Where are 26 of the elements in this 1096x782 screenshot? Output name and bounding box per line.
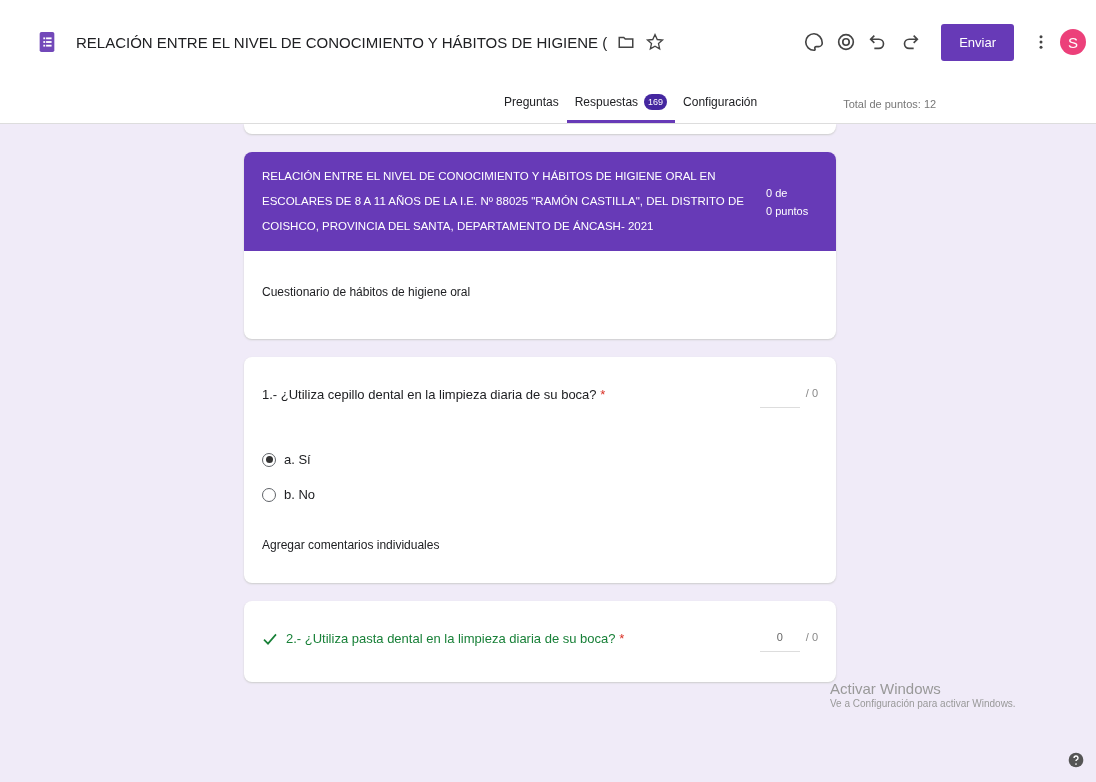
total-points: Total de puntos: 12 xyxy=(843,97,937,110)
option-label: a. Sí xyxy=(284,452,311,467)
tab[interactable]: Preguntas xyxy=(496,84,567,123)
add-comment-link[interactable]: Agregar comentarios individuales xyxy=(262,538,440,552)
activation-hint: Ve a Configuración para activar Windows. xyxy=(830,698,1017,709)
help-icon[interactable] xyxy=(1068,752,1084,768)
max-points: / 0 xyxy=(805,387,818,399)
max-points: / 0 xyxy=(805,631,818,643)
tab[interactable]: Configuración xyxy=(675,84,766,123)
question-text: 2.- ¿Utiliza pasta dental en la limpieza diaria de su boca? * xyxy=(286,631,626,646)
send-button[interactable]: Enviar xyxy=(941,23,1014,61)
form-heading: RELACIÓN ENTRE EL NIVEL DE CONOCIMIENTO Y HÁBITOS DE HIGIENE ORAL EN ESCOLARES DE 8 A 11 AÑOS DE LA I.E. Nº 88025 "RAMÓN CASTILLA", DEL DISTRITO DE COISHCO, PROVINCIA DEL SANTA, DEPARTAMENTO DE ÁNCASH- 2021 xyxy=(262,169,745,234)
avatar[interactable]: S xyxy=(1060,29,1086,55)
score-label: 0 puntos xyxy=(766,203,810,219)
star-icon[interactable] xyxy=(645,32,666,52)
score-label: 0 de xyxy=(766,185,789,201)
palette-icon[interactable] xyxy=(803,31,826,53)
form-description: Cuestionario de hábitos de higiene oral xyxy=(261,284,472,301)
radio-option[interactable]: a. Sí xyxy=(262,452,818,467)
activation-notice: Activar Windows xyxy=(830,680,941,697)
form-title: RELACIÓN ENTRE EL NIVEL DE CONOCIMIENTO Y HÁBITOS DE HIGIENE ( xyxy=(76,33,608,51)
option-label: b. No xyxy=(284,487,316,502)
count-badge: 169 xyxy=(644,94,668,110)
score-field[interactable]: 0 xyxy=(759,631,800,652)
question-text: 1.- ¿Utiliza cepillo dental en la limpieza diaria de su boca? * xyxy=(262,387,607,402)
radio-option[interactable]: b. No xyxy=(262,487,818,502)
